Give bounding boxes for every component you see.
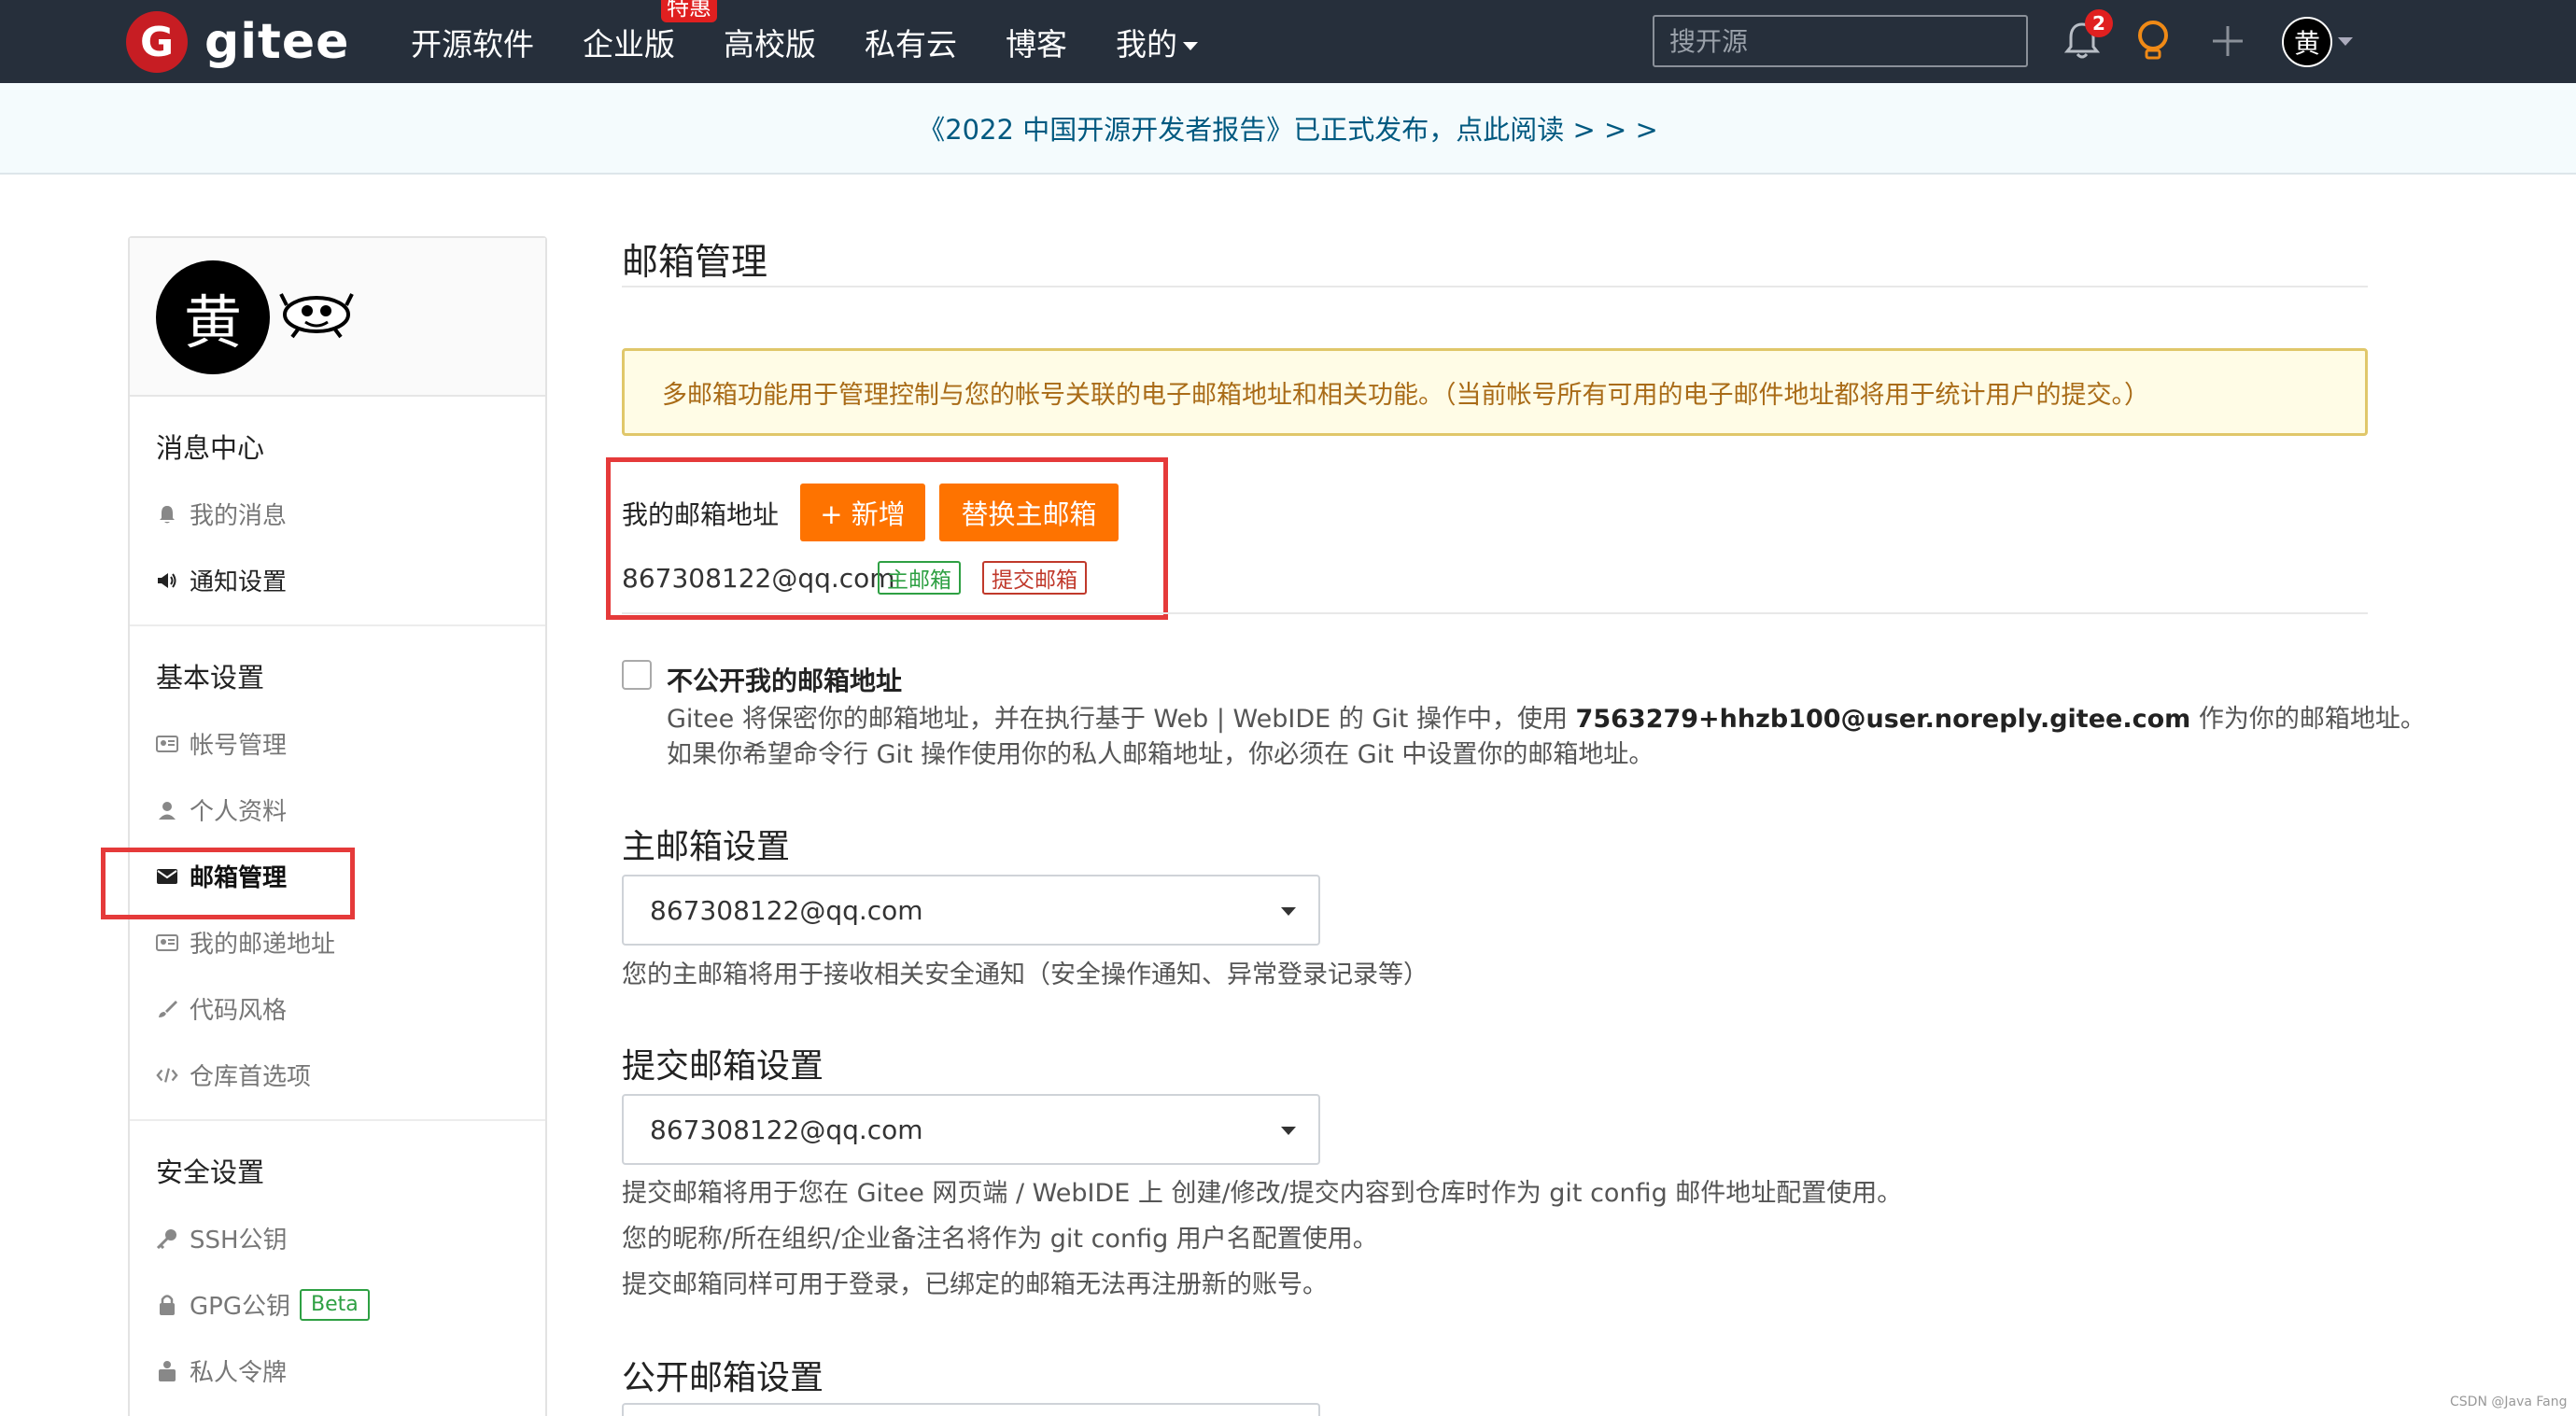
beta-badge: Beta xyxy=(299,1288,370,1321)
caret-down-icon xyxy=(1281,907,1296,916)
notification-count-badge: 2 xyxy=(2085,9,2113,37)
sidebar-item-notification-settings[interactable]: 通知设置 xyxy=(130,547,545,613)
select-value: 867308122@qq.com xyxy=(650,894,923,926)
nav-item-enterprise[interactable]: 企业版 特惠 xyxy=(583,0,717,64)
commit-email-select[interactable]: 867308122@qq.com xyxy=(622,1094,1320,1165)
info-alert: 多邮箱功能用于管理控制与您的帐号关联的电子邮箱地址和相关功能。（当前帐号所有可用… xyxy=(622,348,2368,436)
sidebar-item-my-messages[interactable]: 我的消息 xyxy=(130,481,545,547)
commit-email-description-2: 您的昵称/所在组织/企业备注名将作为 git config 用户名配置使用。 xyxy=(622,1225,1378,1254)
promo-badge: 特惠 xyxy=(661,0,717,22)
primary-email-select[interactable]: 867308122@qq.com xyxy=(622,875,1320,946)
bell-icon xyxy=(156,503,178,526)
noreply-email: 7563279+hhzb100@user.noreply.gitee.com xyxy=(1575,705,2191,734)
sidebar-item-label: SSH公钥 xyxy=(190,1227,288,1255)
profile-header: 黄 xyxy=(130,238,545,397)
primary-email-description: 您的主邮箱将用于接收相关安全通知（安全操作通知、异常登录记录等） xyxy=(622,960,1429,989)
watermark: CSDN @Java Fang xyxy=(2450,1395,2568,1409)
primary-email-settings-title: 主邮箱设置 xyxy=(622,828,791,866)
sidebar-item-label: 私人令牌 xyxy=(190,1359,288,1387)
sidebar-item-label: 仓库首选项 xyxy=(190,1063,312,1091)
commit-email-settings-title: 提交邮箱设置 xyxy=(622,1047,824,1086)
id-card-icon xyxy=(156,733,178,755)
hide-email-label[interactable]: 不公开我的邮箱地址 xyxy=(667,661,902,698)
chevron-down-icon xyxy=(1183,41,1198,50)
desc-text: Gitee 将保密你的邮箱地址，并在执行基于 Web | WebIDE 的 Gi… xyxy=(667,705,1576,734)
user-icon xyxy=(156,799,178,821)
sidebar-item-label: 我的消息 xyxy=(190,502,288,530)
announcement-bar: 《2022 中国开源开发者报告》已正式发布，点此阅读 > > > xyxy=(0,83,2576,175)
key-icon xyxy=(156,1227,178,1250)
nav-item-blog[interactable]: 博客 xyxy=(1006,20,1067,64)
hide-email-description: Gitee 将保密你的邮箱地址，并在执行基于 Web | WebIDE 的 Gi… xyxy=(667,702,2426,737)
alert-text: 多邮箱功能用于管理控制与您的帐号关联的电子邮箱地址和相关功能。（当前帐号所有可用… xyxy=(662,380,2149,410)
code-icon xyxy=(156,1064,178,1087)
sidebar-group-messages: 消息中心 我的消息 通知设置 xyxy=(130,397,545,626)
lightbulb-icon[interactable] xyxy=(2134,19,2172,67)
sidebar-item-label: 个人资料 xyxy=(190,798,288,826)
profile-avatar[interactable]: 黄 xyxy=(156,260,270,374)
page-title: 邮箱管理 xyxy=(622,242,768,284)
annotation-box-sidebar xyxy=(101,848,355,919)
address-card-icon xyxy=(156,932,178,954)
megaphone-icon xyxy=(156,569,178,592)
sidebar-item-label: 通知设置 xyxy=(190,568,288,596)
commit-email-description-3: 提交邮箱同样可用于登录，已绑定的邮箱无法再注册新的账号。 xyxy=(622,1270,1328,1299)
nav-item-open-source[interactable]: 开源软件 xyxy=(411,20,534,64)
sidebar-item-label: GPG公钥 xyxy=(190,1293,290,1321)
select-value: 867308122@qq.com xyxy=(650,1114,923,1145)
logo-text: gitee xyxy=(204,14,350,70)
caret-down-icon xyxy=(1281,1127,1296,1135)
mascot-icon xyxy=(279,287,354,343)
token-icon xyxy=(156,1360,178,1382)
gitee-logo[interactable]: G gitee xyxy=(126,11,349,73)
nav-menu: 开源软件 企业版 特惠 高校版 私有云 博客 我的 xyxy=(411,0,1246,83)
divider xyxy=(622,612,2368,614)
chevron-down-icon[interactable] xyxy=(2338,37,2353,46)
sidebar-item-label: 代码风格 xyxy=(190,997,288,1025)
public-email-select[interactable] xyxy=(622,1403,1320,1416)
sidebar-item-profile[interactable]: 个人资料 xyxy=(130,777,545,843)
top-navbar: G gitee 开源软件 企业版 特惠 高校版 私有云 博客 我的 2 黄 xyxy=(0,0,2576,83)
settings-sidebar: 黄 消息中心 我的消息 通知设置 基本设置 帐号管理 个人资料 邮箱管理 我的邮… xyxy=(128,236,547,1416)
sidebar-item-label: 帐号管理 xyxy=(190,732,288,760)
lock-icon xyxy=(156,1294,178,1316)
commit-email-description-1: 提交邮箱将用于您在 Gitee 网页端 / WebIDE 上 创建/修改/提交内… xyxy=(622,1179,1903,1208)
announcement-link[interactable]: 《2022 中国开源开发者报告》已正式发布，点此阅读 > > > xyxy=(918,108,1658,147)
nav-item-private-cloud[interactable]: 私有云 xyxy=(865,20,957,64)
sidebar-item-ssh-keys[interactable]: SSH公钥 xyxy=(130,1205,545,1271)
desc-text: 作为你的邮箱地址。 xyxy=(2190,705,2426,734)
annotation-box-emails xyxy=(606,457,1168,620)
sidebar-group-title: 消息中心 xyxy=(156,432,265,464)
logo-mark-icon: G xyxy=(126,11,188,73)
hide-email-description-2: 如果你希望命令行 Git 操作使用你的私人邮箱地址，你必须在 Git 中设置你的… xyxy=(667,740,1654,769)
sidebar-item-label: 我的邮递地址 xyxy=(190,931,336,959)
sidebar-group-title: 基本设置 xyxy=(156,662,265,694)
sidebar-item-private-tokens[interactable]: 私人令牌 xyxy=(130,1338,545,1404)
nav-item-label: 企业版 xyxy=(583,25,675,63)
sidebar-item-repo-preferences[interactable]: 仓库首选项 xyxy=(130,1042,545,1108)
user-avatar[interactable]: 黄 xyxy=(2282,17,2332,67)
nav-item-mine[interactable]: 我的 xyxy=(1116,20,1198,64)
plus-icon[interactable] xyxy=(2211,24,2245,62)
nav-item-education[interactable]: 高校版 xyxy=(724,20,816,64)
brush-icon xyxy=(156,998,178,1020)
sidebar-item-account[interactable]: 帐号管理 xyxy=(130,710,545,777)
sidebar-group-security: 安全设置 SSH公钥 GPG公钥 Beta 私人令牌 xyxy=(130,1121,545,1415)
nav-item-label: 我的 xyxy=(1116,25,1177,63)
sidebar-item-gpg-keys[interactable]: GPG公钥 Beta xyxy=(130,1271,545,1338)
sidebar-group-title: 安全设置 xyxy=(156,1157,265,1188)
divider xyxy=(622,286,2368,287)
hide-email-checkbox[interactable] xyxy=(622,660,652,690)
search-input[interactable] xyxy=(1653,15,2028,67)
sidebar-item-code-style[interactable]: 代码风格 xyxy=(130,975,545,1042)
public-email-settings-title: 公开邮箱设置 xyxy=(622,1359,824,1397)
